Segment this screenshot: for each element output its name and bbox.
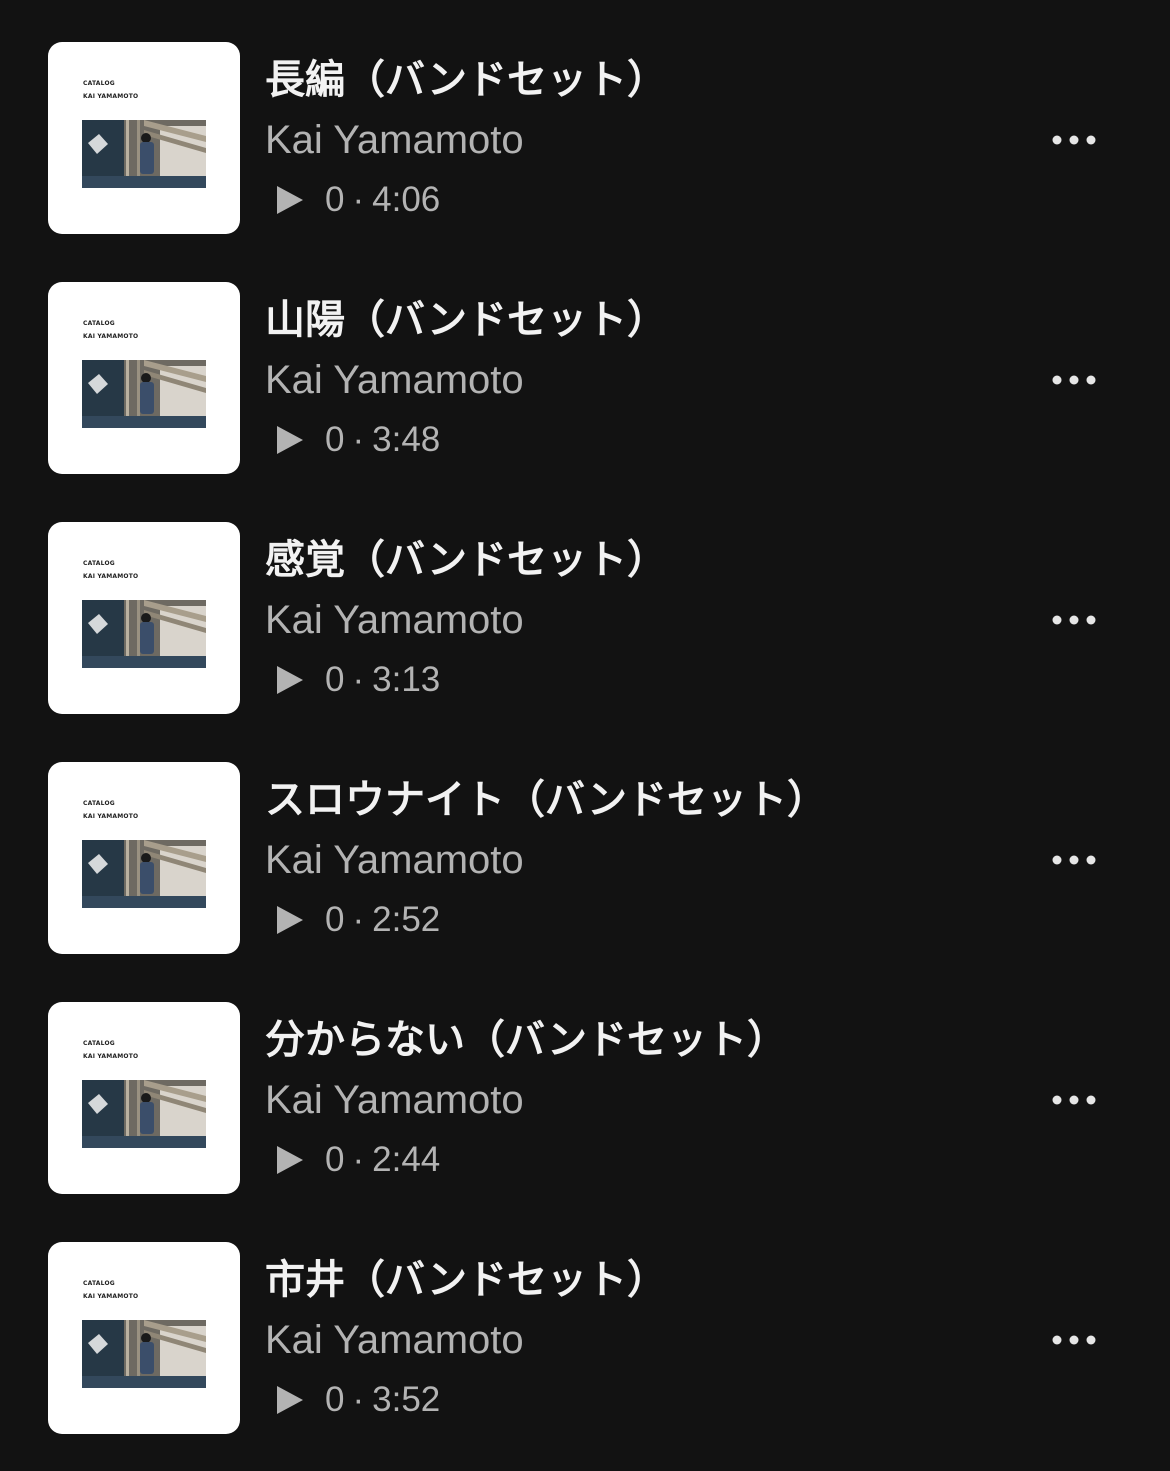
play-icon[interactable]	[274, 1144, 304, 1176]
track-artist[interactable]: Kai Yamamoto	[265, 596, 524, 644]
track-artist[interactable]: Kai Yamamoto	[265, 1076, 524, 1124]
more-options-button[interactable]	[1044, 842, 1104, 878]
album-cover-title: CATALOG	[83, 320, 115, 327]
track-duration: 3:52	[372, 1380, 441, 1419]
track-stats: 0 · 2:52	[325, 900, 440, 940]
more-options-button[interactable]	[1044, 1322, 1104, 1358]
track-artist[interactable]: Kai Yamamoto	[265, 1316, 524, 1364]
play-count: 0	[325, 660, 345, 699]
track-title[interactable]: 分からない（バンドセット）	[265, 1016, 787, 1064]
more-options-button[interactable]	[1044, 362, 1104, 398]
album-cover-title: CATALOG	[83, 1280, 115, 1287]
track-stats: 0 · 3:48	[325, 420, 440, 460]
track-title[interactable]: スロウナイト（バンドセット）	[265, 776, 827, 824]
track-meta: 0 · 3:13	[274, 660, 440, 700]
album-cover-title: CATALOG	[83, 1040, 115, 1047]
track-duration: 2:44	[372, 1140, 441, 1179]
album-cover-artist: KAI YAMAMOTO	[83, 813, 139, 820]
album-artwork[interactable]: CATALOG KAI YAMAMOTO	[48, 762, 240, 954]
more-options-icon	[1052, 375, 1096, 385]
play-count: 0	[325, 900, 345, 939]
meta-separator: ·	[352, 420, 365, 459]
meta-separator: ·	[352, 660, 365, 699]
play-count: 0	[325, 180, 345, 219]
album-cover-artist: KAI YAMAMOTO	[83, 333, 139, 340]
track-duration: 3:13	[372, 660, 441, 699]
meta-separator: ·	[352, 180, 365, 219]
track-stats: 0 · 3:13	[325, 660, 440, 700]
track-title[interactable]: 感覚（バンドセット）	[265, 536, 667, 584]
track-stats: 0 · 4:06	[325, 180, 440, 220]
album-artwork[interactable]: CATALOG KAI YAMAMOTO	[48, 42, 240, 234]
track-stats: 0 · 2:44	[325, 1140, 440, 1180]
track-artist[interactable]: Kai Yamamoto	[265, 356, 524, 404]
track-artist[interactable]: Kai Yamamoto	[265, 116, 524, 164]
play-icon[interactable]	[274, 664, 304, 696]
album-cover-artist: KAI YAMAMOTO	[83, 1293, 139, 1300]
play-icon[interactable]	[274, 904, 304, 936]
more-options-button[interactable]	[1044, 602, 1104, 638]
more-options-icon	[1052, 1095, 1096, 1105]
track-title[interactable]: 長編（バンドセット）	[265, 56, 667, 104]
track-row[interactable]: CATALOG KAI YAMAMOTO 分からない（バンドセット） Kai Y…	[0, 1002, 1170, 1242]
album-cover-photo	[82, 120, 206, 188]
meta-separator: ·	[352, 1380, 365, 1419]
album-cover-artist: KAI YAMAMOTO	[83, 573, 139, 580]
more-options-button[interactable]	[1044, 1082, 1104, 1118]
album-cover-artist: KAI YAMAMOTO	[83, 1053, 139, 1060]
track-meta: 0 · 3:48	[274, 420, 440, 460]
album-cover-title: CATALOG	[83, 800, 115, 807]
meta-separator: ·	[352, 1140, 365, 1179]
track-meta: 0 · 2:52	[274, 900, 440, 940]
track-stats: 0 · 3:52	[325, 1380, 440, 1420]
track-duration: 4:06	[372, 180, 441, 219]
album-cover-artist: KAI YAMAMOTO	[83, 93, 139, 100]
meta-separator: ·	[352, 900, 365, 939]
more-options-icon	[1052, 855, 1096, 865]
more-options-icon	[1052, 135, 1096, 145]
play-icon[interactable]	[274, 424, 304, 456]
album-artwork[interactable]: CATALOG KAI YAMAMOTO	[48, 282, 240, 474]
track-duration: 2:52	[372, 900, 441, 939]
album-cover-photo	[82, 600, 206, 668]
track-meta: 0 · 3:52	[274, 1380, 440, 1420]
track-title[interactable]: 山陽（バンドセット）	[265, 296, 667, 344]
more-options-button[interactable]	[1044, 122, 1104, 158]
album-artwork[interactable]: CATALOG KAI YAMAMOTO	[48, 522, 240, 714]
album-cover-photo	[82, 360, 206, 428]
track-row[interactable]: CATALOG KAI YAMAMOTO スロウナイト（バンドセット） Kai …	[0, 762, 1170, 1002]
track-row[interactable]: CATALOG KAI YAMAMOTO 長編（バンドセット） Kai Yama…	[0, 42, 1170, 282]
track-meta: 0 · 4:06	[274, 180, 440, 220]
track-row[interactable]: CATALOG KAI YAMAMOTO 市井（バンドセット） Kai Yama…	[0, 1242, 1170, 1471]
track-artist[interactable]: Kai Yamamoto	[265, 836, 524, 884]
album-artwork[interactable]: CATALOG KAI YAMAMOTO	[48, 1002, 240, 1194]
track-title[interactable]: 市井（バンドセット）	[265, 1256, 667, 1304]
track-row[interactable]: CATALOG KAI YAMAMOTO 感覚（バンドセット） Kai Yama…	[0, 522, 1170, 762]
play-icon[interactable]	[274, 1384, 304, 1416]
play-count: 0	[325, 420, 345, 459]
play-count: 0	[325, 1140, 345, 1179]
play-count: 0	[325, 1380, 345, 1419]
album-artwork[interactable]: CATALOG KAI YAMAMOTO	[48, 1242, 240, 1434]
more-options-icon	[1052, 1335, 1096, 1345]
more-options-icon	[1052, 615, 1096, 625]
track-meta: 0 · 2:44	[274, 1140, 440, 1180]
album-cover-photo	[82, 840, 206, 908]
album-cover-title: CATALOG	[83, 80, 115, 87]
play-icon[interactable]	[274, 184, 304, 216]
track-list: CATALOG KAI YAMAMOTO 長編（バンドセット） Kai Yama…	[0, 0, 1170, 1471]
album-cover-photo	[82, 1320, 206, 1388]
track-row[interactable]: CATALOG KAI YAMAMOTO 山陽（バンドセット） Kai Yama…	[0, 282, 1170, 522]
track-duration: 3:48	[372, 420, 441, 459]
album-cover-title: CATALOG	[83, 560, 115, 567]
album-cover-photo	[82, 1080, 206, 1148]
